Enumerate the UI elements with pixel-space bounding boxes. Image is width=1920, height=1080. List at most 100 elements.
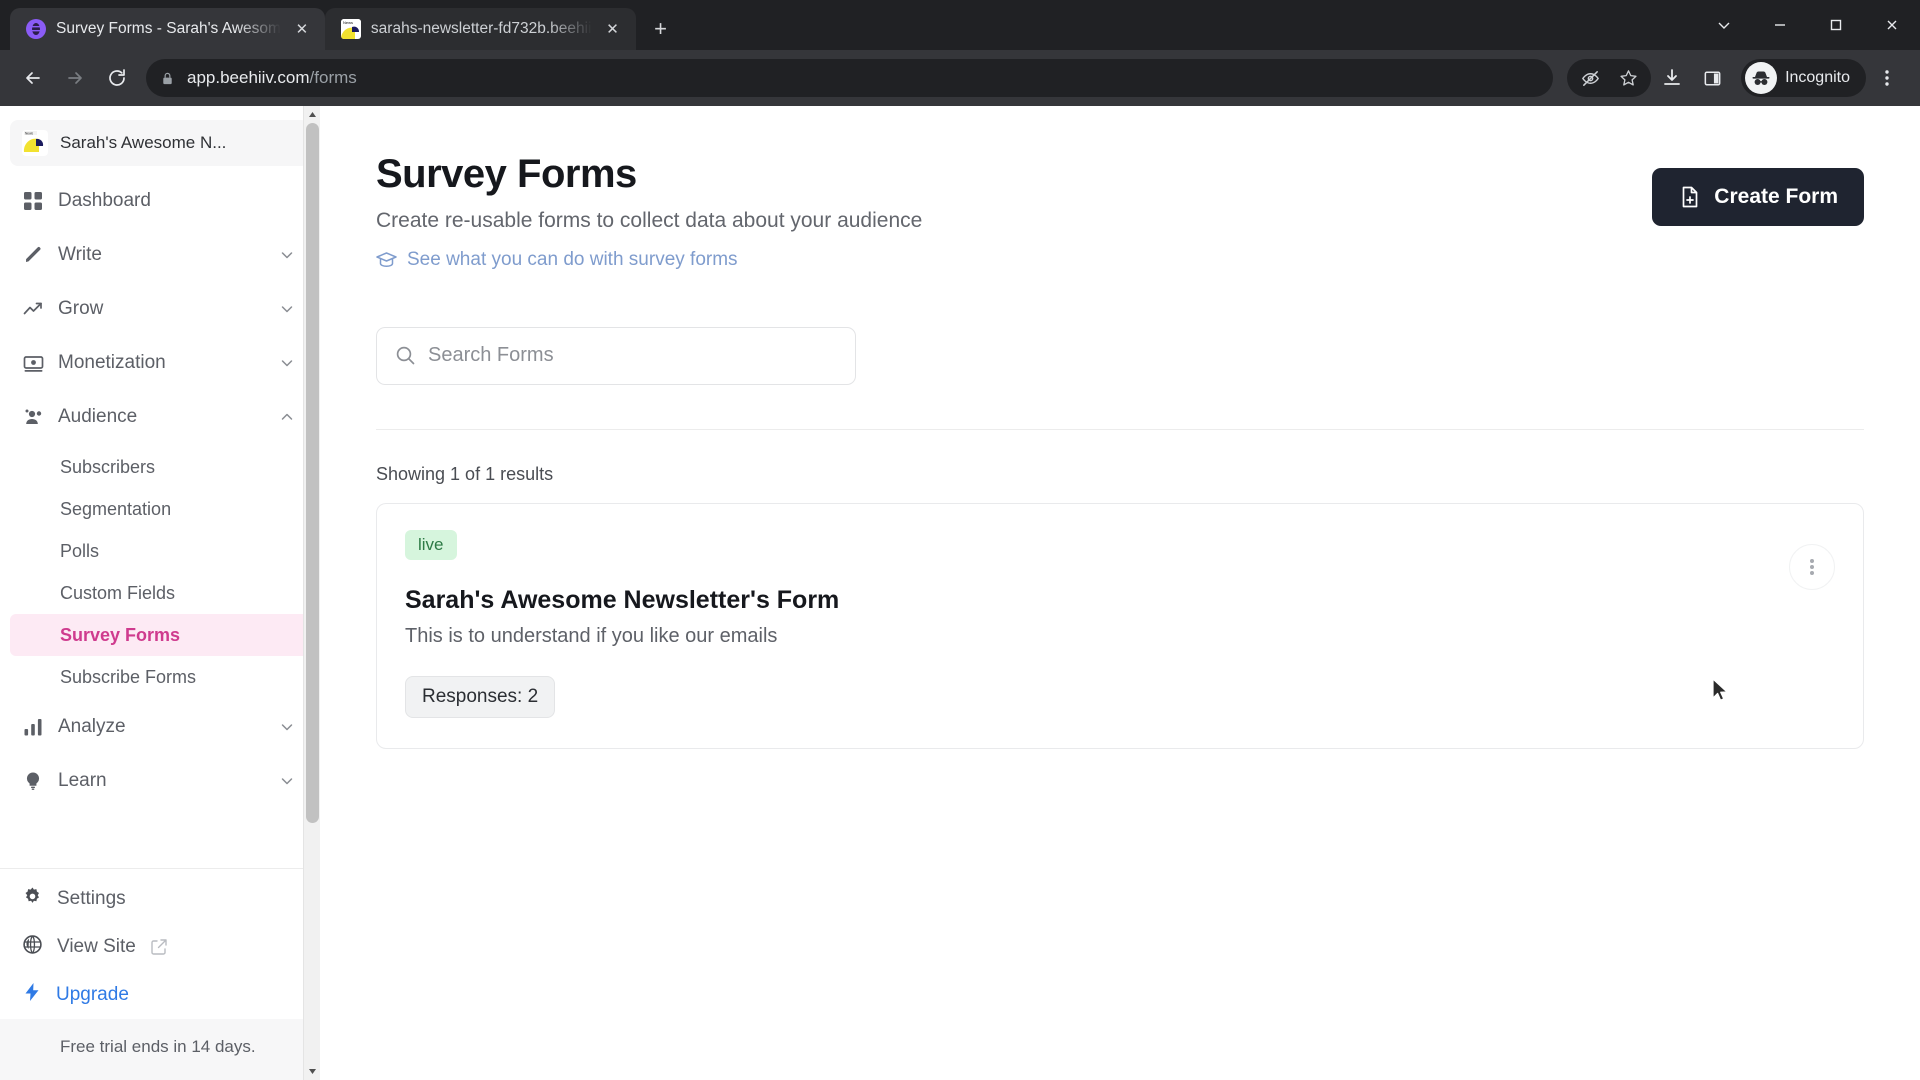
survey-forms-page: Survey Forms Create re-usable forms to c…: [320, 106, 1920, 749]
form-card-menu-button[interactable]: [1789, 543, 1835, 590]
trial-notice: Free trial ends in 14 days.: [0, 1019, 319, 1080]
chevron-down-icon[interactable]: [277, 719, 297, 735]
minimize-icon[interactable]: [1752, 2, 1808, 48]
maximize-icon[interactable]: [1808, 2, 1864, 48]
scrollbar-thumb[interactable]: [306, 123, 319, 823]
sidebar-item-label: Upgrade: [56, 984, 129, 1006]
browser-tab-inactive[interactable]: News sarahs-newsletter-fd732b.beehii ✕: [324, 8, 636, 50]
chevron-down-icon[interactable]: [277, 355, 297, 371]
tab-title: sarahs-newsletter-fd732b.beehii: [370, 20, 592, 37]
browser-tabstrip: Survey Forms - Sarah's Awesom ✕ News sar…: [0, 0, 1920, 50]
lightbulb-icon: [22, 770, 44, 792]
svg-text:News: News: [25, 131, 33, 135]
form-description: This is to understand if you like our em…: [405, 624, 778, 647]
results-count: Showing 1 of 1 results: [376, 463, 554, 484]
close-window-icon[interactable]: [1864, 2, 1920, 48]
search-forms-box[interactable]: [376, 326, 856, 385]
pencil-icon: [22, 244, 44, 266]
sidebar-item-grow[interactable]: Grow: [10, 282, 309, 336]
new-tab-button[interactable]: +: [644, 12, 678, 46]
search-input[interactable]: [428, 344, 837, 367]
publication-switcher[interactable]: News Sarah's Awesome N...: [10, 120, 309, 166]
window-controls: [1696, 0, 1920, 50]
file-plus-icon: [1678, 185, 1702, 209]
beehiiv-logo-icon: News: [22, 130, 48, 156]
beehiiv-favicon-icon: [26, 19, 46, 39]
browser-tab-active[interactable]: Survey Forms - Sarah's Awesom ✕: [10, 8, 325, 50]
search-icon: [395, 345, 416, 366]
chevron-down-icon[interactable]: [277, 247, 297, 263]
profile-label: Incognito: [1785, 69, 1850, 86]
sidebar-item-custom-fields[interactable]: Custom Fields: [10, 572, 309, 614]
sidebar-item-label: Analyze: [58, 716, 126, 737]
form-card-body: live Sarah's Awesome Newsletter's Form T…: [405, 529, 1789, 718]
create-form-button[interactable]: Create Form: [1652, 168, 1864, 226]
help-link-label: See what you can do with survey forms: [407, 249, 738, 270]
help-link[interactable]: See what you can do with survey forms: [376, 249, 738, 271]
url-domain: app.beehiiv.com: [187, 68, 310, 87]
grid-icon: [22, 190, 44, 212]
sidebar-divider: [0, 868, 319, 870]
sidebar-footer-nav: Settings View Site Upgrade: [0, 875, 319, 1019]
sidebar-item-polls[interactable]: Polls: [10, 530, 309, 572]
bolt-icon: [22, 982, 42, 1008]
form-name: Sarah's Awesome Newsletter's Form: [405, 585, 840, 614]
close-icon[interactable]: ✕: [291, 18, 313, 40]
external-link-icon: [150, 938, 168, 956]
three-dot-menu-icon[interactable]: [1868, 59, 1906, 97]
svg-text:News: News: [343, 20, 353, 25]
sidebar-item-label: Settings: [57, 888, 126, 910]
globe-icon: [22, 934, 43, 961]
sidebar-nav-secondary: Analyze Learn: [0, 698, 319, 810]
incognito-icon: [1745, 62, 1778, 94]
chevron-down-icon[interactable]: [277, 301, 297, 317]
minimize-to-tray-icon[interactable]: [1696, 2, 1752, 48]
address-bar[interactable]: app.beehiiv.com/forms: [146, 59, 1554, 97]
sidebar-item-write[interactable]: Write: [10, 228, 309, 282]
bar-chart-icon: [22, 716, 44, 738]
status-badge: live: [405, 529, 457, 560]
incognito-profile-button[interactable]: Incognito: [1741, 59, 1866, 97]
download-icon[interactable]: [1653, 59, 1691, 97]
sidebar-item-segmentation[interactable]: Segmentation: [10, 488, 309, 530]
page-title: Survey Forms: [376, 152, 637, 196]
sidebar-item-label: Write: [58, 244, 102, 265]
sidebar-item-subscribe-forms[interactable]: Subscribe Forms: [10, 656, 309, 698]
chevron-up-icon[interactable]: [277, 409, 297, 425]
sidebar-nav: Dashboard Write Grow Monetization Audien…: [0, 172, 319, 446]
gear-icon: [22, 886, 43, 913]
reload-icon[interactable]: [98, 59, 136, 97]
scrollbar-track[interactable]: [304, 123, 320, 1063]
sidebar-item-audience[interactable]: Audience: [10, 390, 309, 444]
sidebar-item-label: Audience: [58, 406, 138, 427]
sidebar-item-view-site[interactable]: View Site: [10, 923, 309, 971]
page-viewport: News Sarah's Awesome N... Dashboard Writ…: [0, 106, 1920, 1080]
sidebar-item-learn[interactable]: Learn: [10, 754, 309, 808]
chevron-down-icon[interactable]: [277, 773, 297, 789]
sidebar-item-label: Learn: [58, 770, 107, 791]
forward-icon[interactable]: [56, 59, 94, 97]
side-panel-icon[interactable]: [1693, 59, 1731, 97]
close-icon[interactable]: ✕: [602, 18, 624, 40]
protection-actions-group: [1567, 59, 1652, 97]
sidebar-scrollbar[interactable]: [303, 106, 320, 1080]
sidebar-item-survey-forms[interactable]: Survey Forms: [10, 614, 309, 656]
sidebar-item-upgrade[interactable]: Upgrade: [10, 971, 309, 1019]
toolbar-right-actions: Incognito: [1567, 59, 1906, 97]
eye-off-icon[interactable]: [1571, 59, 1609, 97]
sidebar-item-monetization[interactable]: Monetization: [10, 336, 309, 390]
sidebar-item-label: Monetization: [58, 352, 166, 373]
scroll-up-arrow-icon[interactable]: [304, 106, 321, 123]
form-card[interactable]: live Sarah's Awesome Newsletter's Form T…: [376, 502, 1864, 749]
sidebar-item-analyze[interactable]: Analyze: [10, 700, 309, 754]
back-icon[interactable]: [14, 59, 52, 97]
sidebar-item-settings[interactable]: Settings: [10, 875, 309, 923]
section-divider: [376, 428, 1864, 430]
sidebar-item-subscribers[interactable]: Subscribers: [10, 446, 309, 488]
scroll-down-arrow-icon[interactable]: [304, 1063, 321, 1080]
main-content: Survey Forms Create re-usable forms to c…: [320, 106, 1920, 1080]
sidebar-item-dashboard[interactable]: Dashboard: [10, 174, 309, 228]
sidebar-item-label: Grow: [58, 298, 104, 319]
users-icon: [22, 406, 44, 428]
star-icon[interactable]: [1609, 59, 1647, 97]
